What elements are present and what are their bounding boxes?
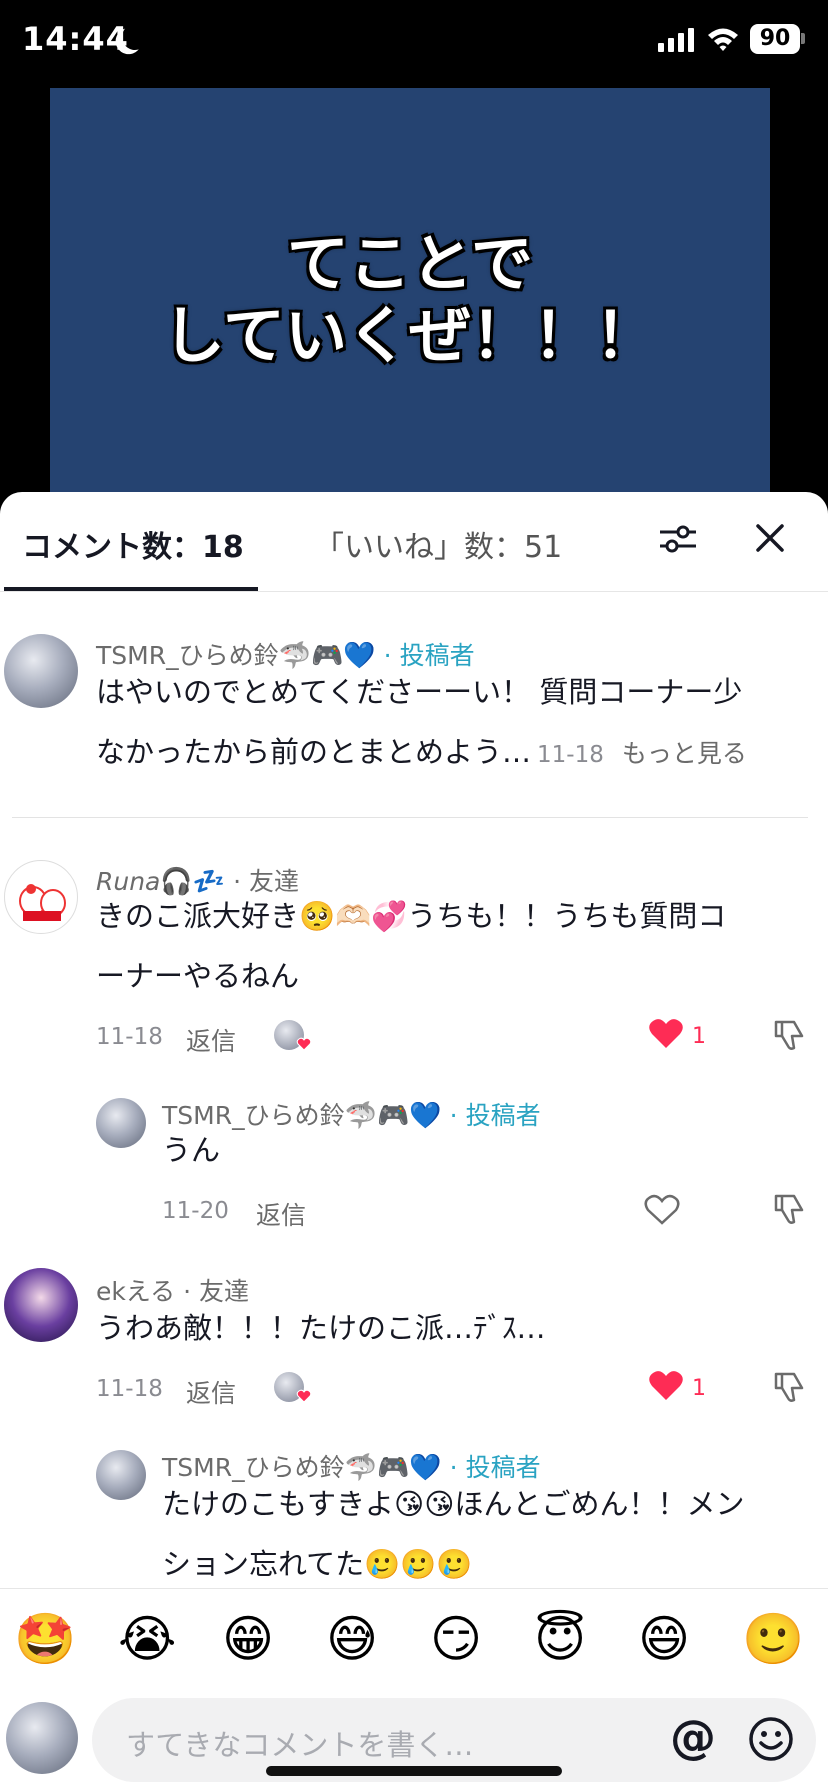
like-count: 1: [692, 1376, 706, 1401]
tab-comments[interactable]: コメント数：18: [22, 522, 244, 566]
comment-text: きのこ派大好き🥺🫶🏻💞うちも！！うちも質問コ ーナーやるねん: [96, 886, 726, 1006]
emoji-button[interactable]: 😁: [222, 1609, 274, 1669]
avatar[interactable]: [4, 634, 78, 708]
comment-input-row: すてきなコメントを書く… @: [0, 1688, 828, 1792]
smile-icon[interactable]: [748, 1716, 794, 1762]
tab-likes[interactable]: 「いいね」数：51: [314, 522, 562, 566]
emoji-button[interactable]: 😄: [638, 1609, 690, 1669]
comment-input-placeholder: すてきなコメントを書く…: [126, 1728, 474, 1762]
emoji-quick-bar: 🤩 😭 😁 😅 😏 😇 😄 🙂: [0, 1588, 828, 1688]
comment-username[interactable]: ekえる · 友達: [96, 1272, 249, 1308]
comment-text-line: なかったから前のとまとめよう… 11-18 もっと見る: [96, 722, 747, 785]
heart-outline-icon[interactable]: [644, 1194, 680, 1226]
username-emoji: 🦈🎮💙: [344, 1101, 442, 1131]
status-bar: 14:44 90: [0, 0, 828, 80]
comment-username[interactable]: TSMR_ひらめ鈴🦈🎮💙 · 投稿者: [162, 1096, 541, 1132]
reply-button[interactable]: 返信: [186, 1022, 236, 1058]
home-indicator: [266, 1766, 562, 1776]
video-caption-line2: していくぜ！！！: [162, 299, 658, 372]
reply-button[interactable]: 返信: [256, 1196, 306, 1232]
comment-text-fragment: なかったから前のとまとめよう…: [96, 735, 532, 769]
friend-tag: · 友達: [183, 1277, 249, 1306]
comment-date: 11-18: [537, 742, 604, 768]
comment-text-line: ション忘れてた🥲🥲🥲: [162, 1547, 473, 1581]
username-text: ekえる: [96, 1277, 176, 1306]
comment-text: うん: [162, 1133, 221, 1167]
comment-text-line: ーナーやるねん: [96, 959, 300, 993]
creator-heart-icon: [296, 1037, 312, 1051]
battery-indicator: 90: [750, 24, 800, 54]
avatar-illustration: [19, 884, 66, 921]
comment-text: はやいのでとめてくださーーい！ 質問コーナー少 なかったから前のとまとめよう… 1…: [96, 662, 747, 785]
filter-icon[interactable]: [658, 522, 698, 556]
comment-text: たけのこもすきよ😘😘ほんとごめん！！メン ション忘れてた🥲🥲🥲: [162, 1474, 744, 1594]
comment-date: 11-18: [96, 1024, 163, 1050]
reply-button[interactable]: 返信: [186, 1374, 236, 1410]
comment-tabs: コメント数：18 「いいね」数：51: [0, 492, 828, 592]
avatar[interactable]: [96, 1098, 146, 1148]
emoji-button[interactable]: 🤩: [14, 1609, 76, 1669]
like-count: 1: [692, 1024, 706, 1049]
comment-text-line: きのこ派大好き🥺🫶🏻💞うちも！！うちも質問コ: [96, 899, 727, 933]
emoji-button[interactable]: 😏: [430, 1609, 482, 1669]
heart-icon[interactable]: [648, 1018, 684, 1050]
avatar[interactable]: [4, 1268, 78, 1342]
comment-text: うわあ敵！！！たけのこ派…ﾃﾞｽ…: [96, 1311, 546, 1345]
avatar[interactable]: [4, 860, 78, 934]
comment-date: 11-20: [162, 1198, 229, 1224]
emoji-button[interactable]: 😇: [534, 1609, 586, 1669]
dislike-icon[interactable]: [772, 1370, 806, 1404]
my-avatar: [6, 1702, 78, 1774]
wifi-icon: [708, 28, 738, 51]
mention-icon[interactable]: @: [670, 1710, 716, 1764]
author-tag: · 投稿者: [449, 1101, 541, 1130]
status-time: 14:44: [22, 20, 129, 58]
close-icon[interactable]: [752, 520, 788, 556]
creator-heart-icon: [296, 1389, 312, 1403]
emoji-button[interactable]: 😅: [326, 1609, 378, 1669]
comment-text-line: たけのこもすきよ😘😘ほんとごめん！！メン: [162, 1487, 745, 1521]
dislike-icon[interactable]: [772, 1018, 806, 1052]
comment-text-line: はやいのでとめてくださーーい！ 質問コーナー少: [96, 675, 743, 709]
video-caption: てことで していくぜ！！！: [50, 228, 770, 372]
more-link[interactable]: もっと見る: [622, 739, 747, 768]
signal-icon: [658, 28, 694, 52]
avatar[interactable]: [96, 1450, 146, 1500]
username-text: TSMR_ひらめ鈴: [162, 1101, 345, 1130]
heart-icon[interactable]: [648, 1370, 684, 1402]
dislike-icon[interactable]: [772, 1192, 806, 1226]
tab-underline: [4, 587, 258, 591]
emoji-button[interactable]: 😭: [118, 1609, 176, 1669]
video-caption-line1: てことで: [286, 227, 534, 300]
comment-date: 11-18: [96, 1376, 163, 1402]
emoji-button[interactable]: 🙂: [742, 1609, 804, 1669]
battery-nub: [801, 33, 805, 44]
divider: [12, 817, 808, 818]
video-player[interactable]: てことで していくぜ！！！: [50, 88, 770, 508]
